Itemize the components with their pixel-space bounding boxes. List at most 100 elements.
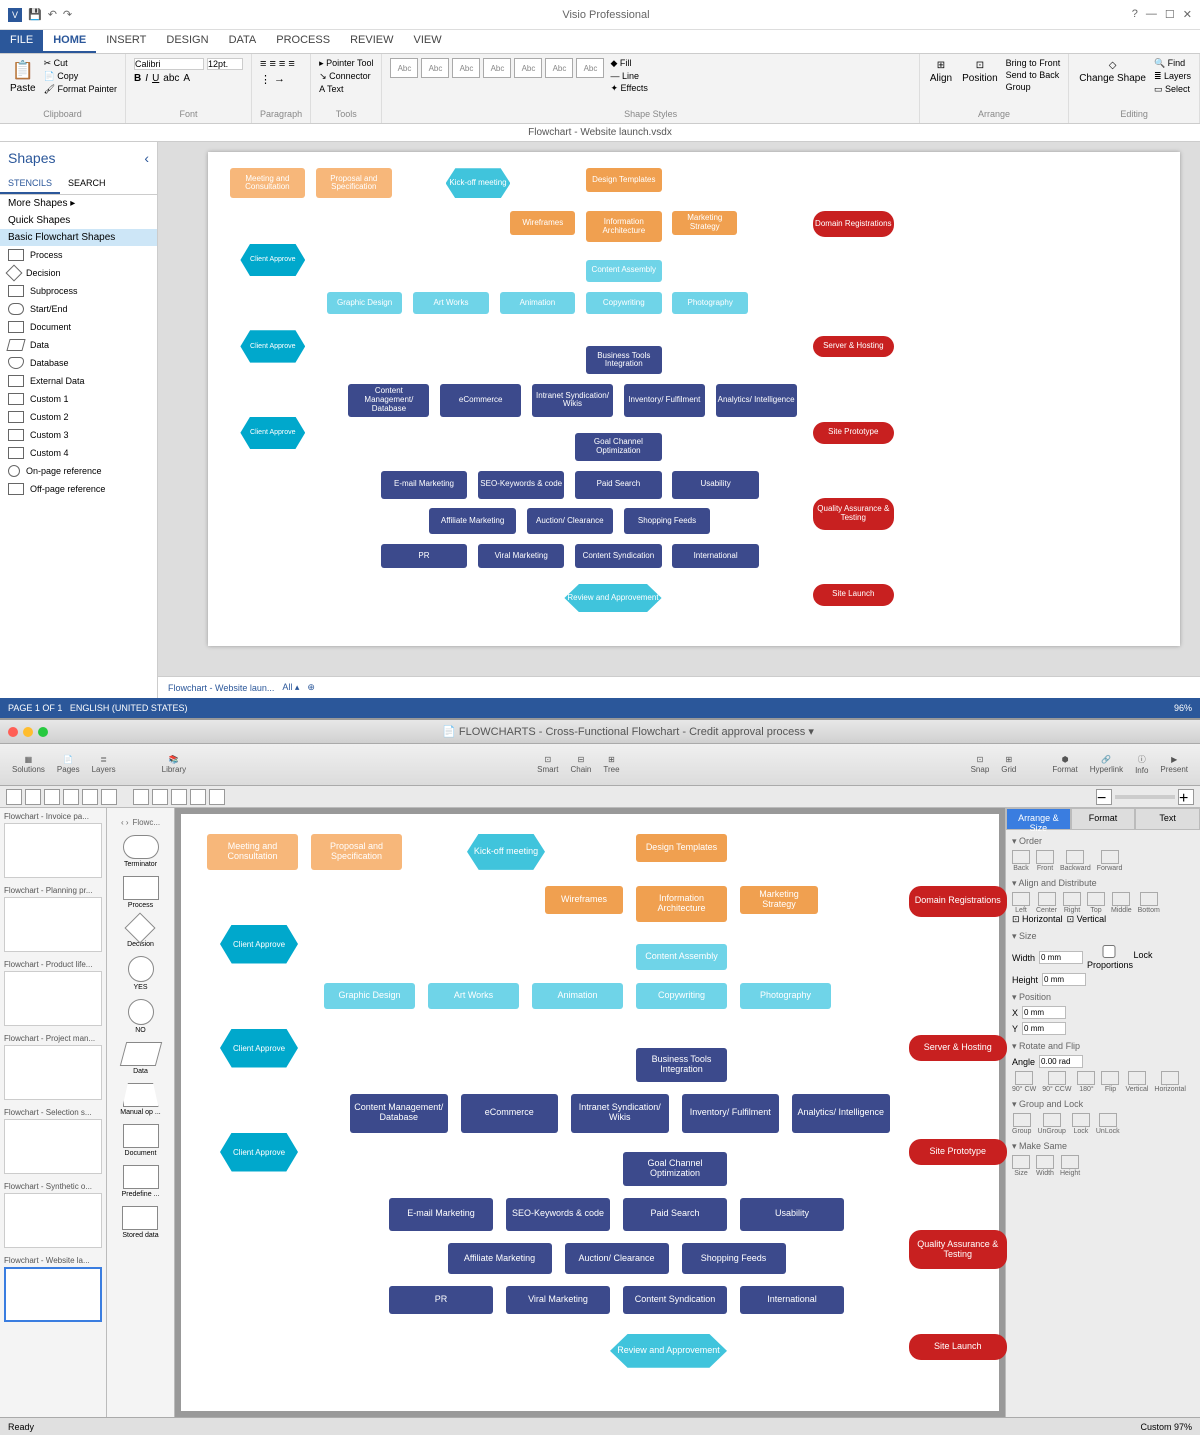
text-tab[interactable]: Text [1135, 808, 1200, 830]
tool-icon[interactable] [133, 789, 149, 805]
make-width-button[interactable]: Width [1036, 1155, 1054, 1177]
flowchart-shape[interactable]: Photography [672, 292, 748, 314]
order-back-button[interactable]: Back [1012, 850, 1030, 872]
hyperlink-button[interactable]: 🔗Hyperlink [1086, 753, 1127, 776]
thumb-item[interactable]: Flowchart - Synthetic o... [0, 1178, 106, 1252]
arrange-tab[interactable]: Arrange & Size [1006, 808, 1071, 830]
flowchart-shape[interactable]: Server & Hosting [909, 1035, 1007, 1061]
layers-button[interactable]: ≣ Layers [1154, 71, 1191, 82]
flowchart-shape[interactable]: Paid Search [623, 1198, 727, 1232]
cd-canvas[interactable]: Meeting and ConsultationProposal and Spe… [181, 814, 999, 1411]
change-shape-button[interactable]: ◇Change Shape [1077, 58, 1148, 86]
tool-icon[interactable] [25, 789, 41, 805]
flowchart-shape[interactable]: Animation [532, 983, 623, 1009]
cut-button[interactable]: ✂ Cut [44, 58, 117, 69]
bold-button[interactable]: B [134, 73, 141, 84]
font-size-select[interactable] [207, 58, 243, 70]
more-shapes[interactable]: More Shapes ▸ [0, 195, 157, 212]
flowchart-shape[interactable]: Site Launch [909, 1334, 1007, 1360]
x-input[interactable] [1022, 1006, 1066, 1019]
shape-item[interactable]: Custom 2 [0, 408, 157, 426]
flowchart-shape[interactable]: Business Tools Integration [586, 346, 662, 374]
flowchart-shape[interactable]: Marketing Strategy [740, 886, 818, 915]
flowchart-shape[interactable]: Business Tools Integration [636, 1048, 727, 1082]
align-left-button[interactable]: Left [1012, 892, 1030, 914]
shape-item[interactable]: Custom 1 [0, 390, 157, 408]
flowchart-shape[interactable]: Copywriting [586, 292, 662, 314]
layers-button[interactable]: ≣Layers [88, 753, 120, 776]
y-input[interactable] [1022, 1022, 1066, 1035]
text-tool-button[interactable]: A Text [319, 84, 373, 94]
shape-item[interactable]: Process [123, 876, 159, 909]
flowchart-shape[interactable]: International [672, 544, 758, 568]
angle-input[interactable] [1039, 1055, 1083, 1068]
flowchart-shape[interactable]: Design Templates [636, 834, 727, 863]
make-height-button[interactable]: Height [1060, 1155, 1080, 1177]
page-tab[interactable]: Flowchart - Website laun... [168, 683, 274, 693]
select-button[interactable]: ▭ Select [1154, 84, 1191, 95]
flowchart-shape[interactable]: E-mail Marketing [389, 1198, 493, 1232]
flowchart-shape[interactable]: Quality Assurance & Testing [813, 498, 894, 530]
thumb-item[interactable]: Flowchart - Product life... [0, 956, 106, 1030]
shape-item[interactable]: External Data [0, 372, 157, 390]
maximize-icon[interactable]: ☐ [1165, 8, 1175, 21]
basic-flowchart-cat[interactable]: Basic Flowchart Shapes [0, 229, 157, 246]
cd-zoom[interactable]: Custom 97% [1140, 1422, 1192, 1432]
order-backward-button[interactable]: Backward [1060, 850, 1091, 872]
align-justify-icon[interactable]: ≡ [288, 58, 294, 70]
tool-icon[interactable] [44, 789, 60, 805]
info-button[interactable]: ⓘInfo [1131, 752, 1152, 777]
paste-button[interactable]: 📋Paste [8, 58, 38, 96]
shape-style-option[interactable]: Abc [483, 58, 511, 78]
quick-shapes-cat[interactable]: Quick Shapes [0, 212, 157, 229]
flowchart-shape[interactable]: Quality Assurance & Testing [909, 1230, 1007, 1269]
flowchart-shape[interactable]: Intranet Syndication/ Wikis [571, 1094, 669, 1133]
shape-item[interactable]: Start/End [0, 300, 157, 318]
position-button[interactable]: ⊡Position [960, 58, 1000, 86]
shape-item[interactable]: Document [0, 318, 157, 336]
height-input[interactable] [1042, 973, 1086, 986]
shape-item[interactable]: Manual op ... [120, 1083, 160, 1116]
flowchart-decision[interactable]: Client Approve [240, 417, 305, 449]
tree-button[interactable]: ⊞Tree [599, 753, 623, 776]
ungroup-button[interactable]: UnGroup [1037, 1113, 1065, 1135]
flowchart-shape[interactable]: PR [389, 1286, 493, 1315]
flowchart-shape[interactable]: Intranet Syndication/ Wikis [532, 384, 613, 416]
search-tab[interactable]: SEARCH [60, 174, 114, 194]
shape-style-option[interactable]: Abc [452, 58, 480, 78]
zoom-out-icon[interactable]: − [1096, 789, 1112, 805]
flowchart-shape[interactable]: Content Syndication [575, 544, 661, 568]
flowchart-shape[interactable]: Shopping Feeds [682, 1243, 786, 1274]
shape-item[interactable]: Process [0, 246, 157, 264]
flowchart-shape[interactable]: Information Architecture [586, 211, 662, 241]
tool-icon[interactable] [63, 789, 79, 805]
flowchart-shape[interactable]: PR [381, 544, 467, 568]
flowchart-shape[interactable]: SEO-Keywords & code [506, 1198, 610, 1232]
flowchart-shape[interactable]: Kick-off meeting [446, 168, 511, 198]
bullets-icon[interactable]: ⋮ [260, 73, 271, 86]
shape-item[interactable]: On-page reference [0, 462, 157, 480]
all-pages[interactable]: All ▴ [282, 682, 299, 693]
flowchart-shape[interactable]: Viral Marketing [506, 1286, 610, 1315]
flip-h-button[interactable]: Horizontal [1154, 1071, 1186, 1093]
canvas[interactable]: Meeting and ConsultationProposal and Spe… [158, 142, 1200, 676]
flowchart-shape[interactable]: Domain Registrations [813, 211, 894, 237]
flowchart-shape[interactable]: Kick-off meeting [467, 834, 545, 870]
rotate-cw-button[interactable]: 90° CW [1012, 1071, 1036, 1093]
lock-button[interactable]: Lock [1072, 1113, 1090, 1135]
min-traffic-icon[interactable] [23, 727, 33, 737]
flip-button[interactable]: Flip [1101, 1071, 1119, 1093]
tab-review[interactable]: REVIEW [340, 30, 403, 53]
tab-view[interactable]: VIEW [403, 30, 451, 53]
flowchart-shape[interactable]: Site Launch [813, 584, 894, 606]
thumb-item[interactable]: Flowchart - Selection s... [0, 1104, 106, 1178]
tab-process[interactable]: PROCESS [266, 30, 340, 53]
copy-button[interactable]: 📄 Copy [44, 71, 117, 82]
flowchart-shape[interactable]: Site Prototype [909, 1139, 1007, 1165]
document-tab[interactable]: Flowchart - Website launch.vsdx [0, 124, 1200, 142]
library-button[interactable]: 📚Library [158, 753, 190, 776]
shape-style-option[interactable]: Abc [545, 58, 573, 78]
font-color-button[interactable]: A [183, 73, 190, 84]
thumb-item[interactable]: Flowchart - Project man... [0, 1030, 106, 1104]
shape-item[interactable]: Predefine ... [122, 1165, 160, 1198]
